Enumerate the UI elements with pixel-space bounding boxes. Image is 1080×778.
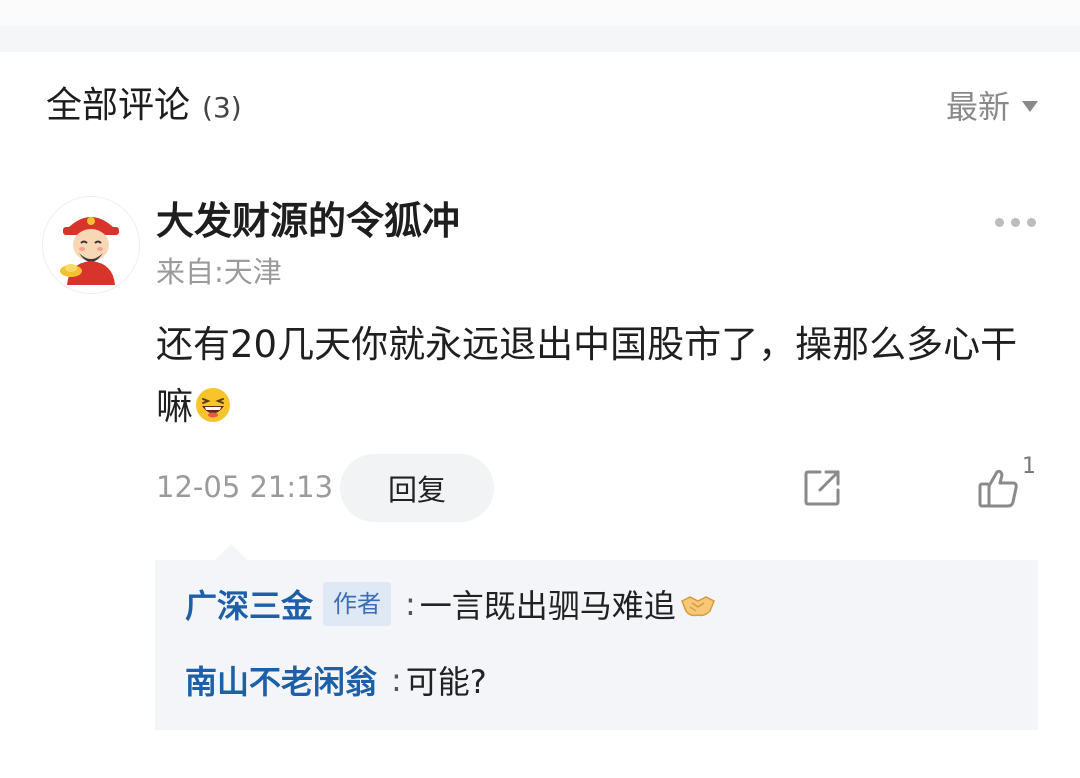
comment-text: 还有20几天你就永远退出中国股市了，操那么多心干嘛 [156, 323, 1018, 428]
reply-text: 一言既出驷马难追 [419, 587, 676, 625]
more-dot [1011, 218, 1020, 227]
reply-button[interactable]: 回复 [340, 454, 494, 522]
author-badge: 作者 [323, 582, 392, 626]
reply-item[interactable]: 广深三金 作者 : 一言既出驷马难追 [185, 578, 716, 630]
comment-location: 来自:天津 [156, 255, 282, 289]
reply-text: 可能? [405, 663, 487, 701]
reply-item[interactable]: 南山不老闲翁 : 可能? [185, 654, 487, 706]
like-button[interactable]: 1 [976, 454, 1036, 516]
handshake-emoji-icon [680, 596, 715, 617]
more-dot [1027, 218, 1036, 227]
reply-separator: : [405, 585, 416, 623]
caret-down-icon [1022, 100, 1038, 112]
top-divider-inner [0, 0, 1080, 26]
comment-body: 还有20几天你就永远退出中国股市了，操那么多心干嘛 [156, 314, 1036, 438]
comments-count: (3) [202, 91, 242, 124]
sort-label: 最新 [945, 88, 1010, 126]
comment-meta-row: 12-05 21:13 回复 1 [156, 454, 1036, 522]
comments-title-label: 全部评论 [46, 85, 191, 126]
avatar[interactable] [42, 196, 140, 294]
like-count: 1 [1022, 454, 1036, 479]
top-divider-strip [0, 0, 1080, 52]
more-dot [995, 218, 1004, 227]
comments-title: 全部评论 (3) [46, 84, 242, 130]
more-dots-icon[interactable] [995, 218, 1036, 227]
reply-author-name[interactable]: 南山不老闲翁 [185, 657, 377, 703]
comment-username[interactable]: 大发财源的令狐冲 [156, 198, 460, 244]
sort-dropdown[interactable]: 最新 [946, 82, 1038, 128]
reply-thread: 广深三金 作者 : 一言既出驷马难追 南山不老闲翁 : 可能? [155, 544, 1038, 730]
comment-item: 大发财源的令狐冲 来自:天津 还有20几天你就永远退出中国股市了，操那么多心干嘛… [0, 190, 1080, 750]
comments-header: 全部评论 (3) 最新 [0, 52, 1080, 162]
comment-timestamp: 12-05 21:13 [156, 470, 334, 504]
reply-separator: : [391, 661, 402, 699]
laughing-emoji-icon [196, 388, 230, 422]
thumbs-up-icon [978, 469, 1018, 508]
share-icon[interactable] [800, 466, 844, 510]
reply-author-name[interactable]: 广深三金 [185, 581, 313, 627]
avatar-god-of-wealth-icon [43, 197, 139, 293]
